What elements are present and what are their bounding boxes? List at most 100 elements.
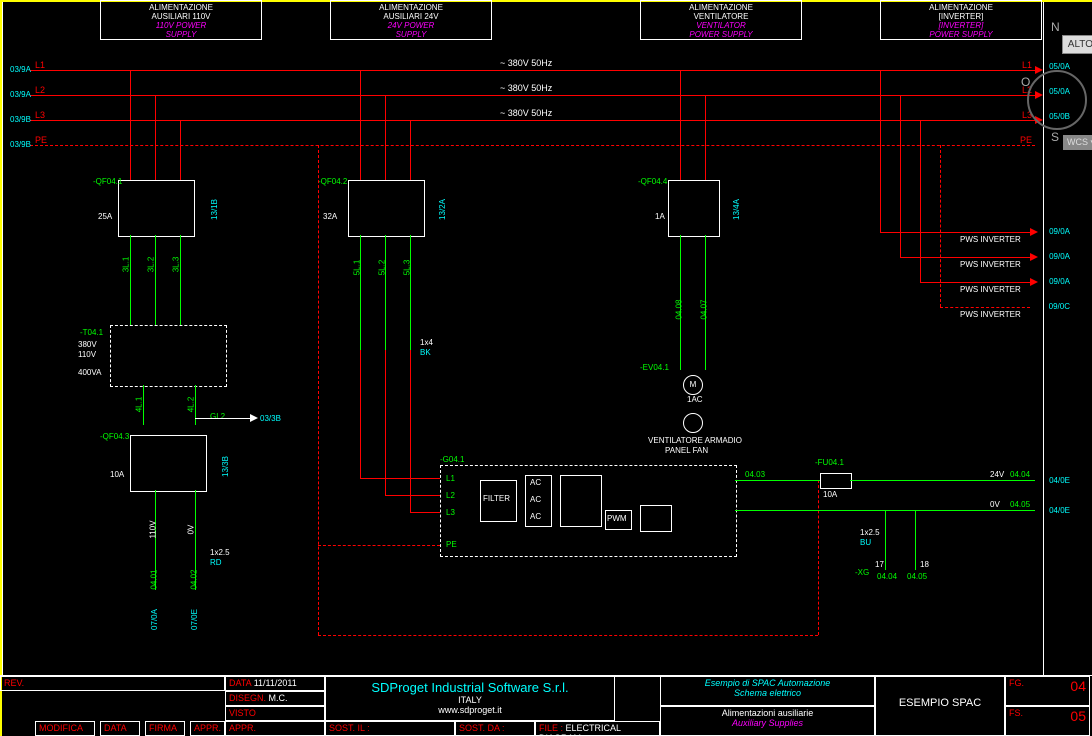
d07a: 07/0A bbox=[150, 609, 159, 630]
fan-lbl: VENTILATORE ARMADIO bbox=[640, 436, 750, 445]
compass-alto-button[interactable]: ALTO bbox=[1062, 35, 1092, 54]
p51: 5L.1 bbox=[352, 260, 361, 276]
pwm-lbl: PWM bbox=[607, 514, 627, 523]
gl2b: L2 bbox=[446, 491, 455, 500]
gl2: GL2 bbox=[210, 412, 225, 421]
pe-b bbox=[318, 635, 818, 636]
hdr-inv: ALIMENTAZIONE [INVERTER] [INVERTER] POWE… bbox=[880, 0, 1042, 40]
qf4-tag: -QF04.4 bbox=[638, 177, 667, 186]
n0405o: 04.05 bbox=[1010, 500, 1030, 509]
w2c: RD bbox=[210, 558, 222, 567]
tb-country: ITALY bbox=[329, 695, 611, 705]
q2-o1 bbox=[360, 235, 361, 350]
compass-nav[interactable]: N S O ALTO WCS ▾ bbox=[1027, 30, 1092, 170]
arr-inv3 bbox=[1030, 278, 1038, 286]
sw-box bbox=[640, 505, 672, 532]
inv-d1 bbox=[880, 70, 881, 232]
d24: 04/0E bbox=[1049, 476, 1070, 485]
xg-n1: 04.04 bbox=[877, 572, 897, 581]
compass-wcs-button[interactable]: WCS ▾ bbox=[1063, 135, 1092, 150]
dinv3: 09/0A bbox=[1049, 277, 1070, 286]
t1-tag: -T04.1 bbox=[80, 328, 103, 337]
ac3: AC bbox=[530, 512, 541, 521]
motor-icon: M bbox=[683, 375, 703, 395]
qf3-ref: 13/3B bbox=[221, 456, 230, 477]
qf3-amp: 10A bbox=[110, 470, 124, 479]
hdr2-l1: ALIMENTAZIONE bbox=[331, 3, 491, 12]
d038: 03/3B bbox=[260, 414, 281, 423]
fu-body bbox=[820, 473, 852, 489]
dinv4: 09/0C bbox=[1049, 302, 1070, 311]
hdr2-l2: AUSILIARI 24V bbox=[331, 12, 491, 21]
q2-d1 bbox=[360, 70, 361, 180]
w3: 1x2.5 bbox=[860, 528, 880, 537]
tb-visto: VISTO bbox=[229, 708, 256, 718]
hdr1-l1: ALIMENTAZIONE bbox=[101, 3, 261, 12]
p52: 5L.2 bbox=[377, 260, 386, 276]
hdr3-l2: VENTILATORE bbox=[641, 12, 801, 21]
hdr-vent: ALIMENTAZIONE VENTILATORE VENTILATOR POW… bbox=[640, 0, 802, 40]
gl2-ln bbox=[195, 418, 250, 419]
q4-d2 bbox=[705, 95, 706, 180]
ac1: AC bbox=[530, 478, 541, 487]
inv-l1 bbox=[880, 232, 1030, 233]
lbl-pe: PE bbox=[35, 135, 47, 145]
pws1: PWS INVERTER bbox=[960, 235, 1021, 244]
ph32: 3L.2 bbox=[146, 257, 155, 273]
qf4-body bbox=[668, 180, 720, 237]
hdr1-e2: SUPPLY bbox=[101, 30, 261, 39]
volt-l3: ~ 380V 50Hz bbox=[500, 108, 552, 118]
pws2: PWS INVERTER bbox=[960, 260, 1021, 269]
qf1-tag: -QF04.1 bbox=[93, 177, 122, 186]
n0407: 04.07 bbox=[700, 299, 709, 319]
motor-m: M bbox=[690, 380, 697, 389]
w1c: BK bbox=[420, 348, 431, 357]
ev-tag: -EV04.1 bbox=[640, 363, 669, 372]
tb-firma: FIRMA bbox=[149, 723, 177, 733]
arr-gl2 bbox=[250, 414, 258, 422]
fu-amp: 10A bbox=[823, 490, 837, 499]
tb-sostil: SOST. IL : bbox=[329, 723, 370, 733]
hdr4-e1: [INVERTER] bbox=[881, 21, 1041, 30]
v110: 110V bbox=[149, 520, 158, 538]
ac2: AC bbox=[530, 495, 541, 504]
compass-ring-icon bbox=[1027, 70, 1087, 130]
q1-o3 bbox=[180, 235, 181, 325]
t1-va: 400VA bbox=[78, 368, 101, 377]
src-l1: 03/9A bbox=[10, 65, 31, 74]
qf2-amp: 32A bbox=[323, 212, 337, 221]
dinv1: 09/0A bbox=[1049, 227, 1070, 236]
n0404o: 04.04 bbox=[1010, 470, 1030, 479]
pe-drop bbox=[318, 145, 319, 635]
tb-fs: FS. bbox=[1009, 708, 1023, 718]
fan-lbl2: PANEL FAN bbox=[665, 446, 708, 455]
hdr4-l2: [INVERTER] bbox=[881, 12, 1041, 21]
hdr2-e1: 24V POWER bbox=[331, 21, 491, 30]
tb-fg: FG. bbox=[1009, 678, 1024, 688]
tb-file: FILE : bbox=[539, 723, 563, 733]
qf2-body bbox=[348, 180, 425, 237]
inv-d2 bbox=[900, 95, 901, 257]
volt-l1: ~ 380V 50Hz bbox=[500, 58, 552, 68]
pe-h bbox=[318, 545, 440, 546]
tb-www: www.sdproget.it bbox=[329, 705, 611, 715]
gl1: L1 bbox=[446, 474, 455, 483]
fu-tag: -FU04.1 bbox=[815, 458, 844, 467]
hdr4-l1: ALIMENTAZIONE bbox=[881, 3, 1041, 12]
w1: 1x4 bbox=[420, 338, 433, 347]
motor-ac: 1AC bbox=[687, 395, 703, 404]
qf3-body bbox=[130, 435, 207, 492]
g-in3 bbox=[410, 350, 411, 512]
lbl0: 0V bbox=[990, 500, 1000, 509]
compass-s: S bbox=[1051, 130, 1059, 144]
q1-d1 bbox=[130, 70, 131, 180]
gl3: L3 bbox=[446, 508, 455, 517]
src-pe: 03/9B bbox=[10, 140, 31, 149]
tb-date: 11/11/2011 bbox=[254, 678, 297, 688]
tb-mod: MODIFICA bbox=[39, 723, 83, 733]
xg-d2 bbox=[915, 510, 916, 570]
tb-it2: Schema elettrico bbox=[664, 688, 871, 698]
border-left bbox=[0, 0, 2, 736]
inv-l3 bbox=[920, 282, 1030, 283]
lbl24: 24V bbox=[990, 470, 1004, 479]
